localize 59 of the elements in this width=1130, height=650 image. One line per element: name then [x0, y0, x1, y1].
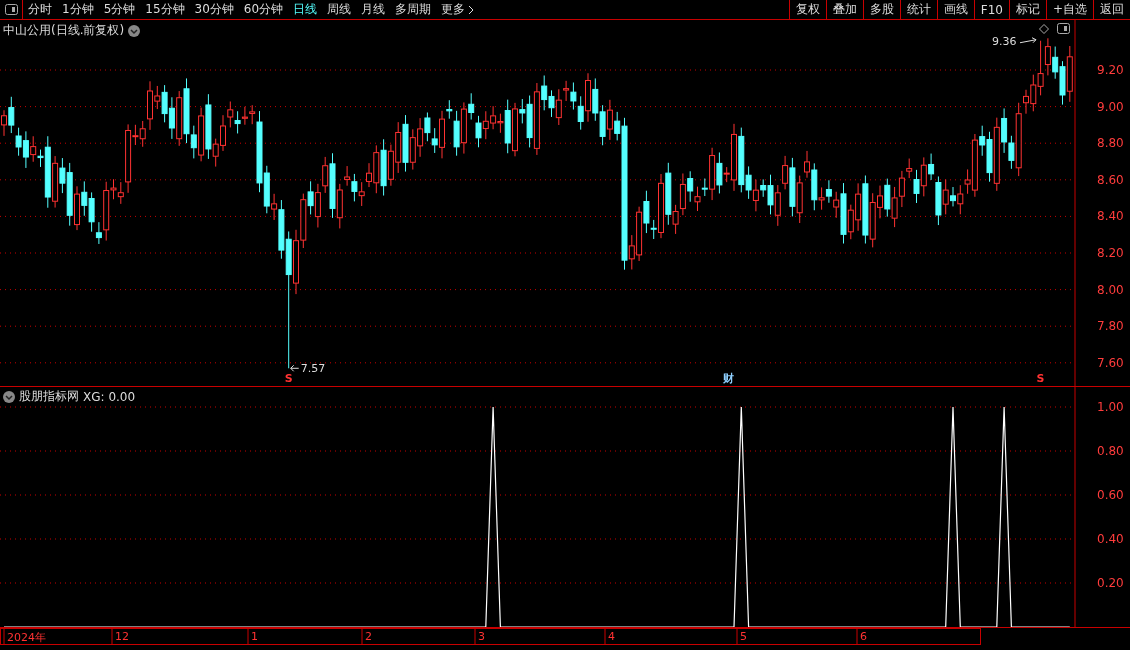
- toolbar-button[interactable]: 多股: [862, 0, 900, 19]
- diamond-icon[interactable]: [1039, 23, 1049, 34]
- price-axis-label: 8.60: [1097, 172, 1124, 187]
- time-axis-label: 4: [608, 630, 615, 643]
- price-axis-label: 7.80: [1097, 319, 1124, 334]
- price-axis-label: 9.20: [1097, 63, 1124, 77]
- price-axis-label: 8.20: [1097, 246, 1124, 260]
- layout-icon[interactable]: [4, 4, 18, 15]
- period-tab[interactable]: 60分钟: [238, 0, 289, 19]
- period-tab[interactable]: 5分钟: [98, 0, 141, 19]
- indicator-reading: : 0.00: [100, 389, 136, 404]
- arrow-icon: [1019, 37, 1037, 44]
- indicator-axis-label: 1.00: [1097, 400, 1124, 414]
- panel-toggle-icon[interactable]: [1057, 23, 1070, 34]
- period-tab[interactable]: 1分钟: [57, 0, 99, 19]
- indicator-title: 股朋指标网: [19, 388, 79, 405]
- signal-marker: S: [284, 372, 293, 385]
- period-tab[interactable]: 周线: [322, 0, 357, 19]
- price-axis-label: 8.00: [1097, 282, 1124, 297]
- arrow-icon: [290, 364, 300, 372]
- price-axis-label: 9.00: [1097, 99, 1124, 114]
- time-axis-label: 12: [115, 630, 129, 643]
- toolbar-button[interactable]: 叠加: [825, 0, 863, 19]
- toolbar-button[interactable]: 复权: [788, 0, 826, 19]
- period-tab[interactable]: 分时: [23, 0, 57, 19]
- time-axis-label: 2024年: [7, 630, 46, 645]
- indicator-axis-label: 0.20: [1097, 576, 1124, 590]
- stock-title: 中山公用(日线.前复权): [3, 22, 125, 39]
- period-tab[interactable]: 15分钟: [140, 0, 190, 19]
- toolbar-button[interactable]: +自选: [1045, 0, 1093, 19]
- indicator-axis-label: 0.80: [1097, 444, 1124, 458]
- dropdown-icon[interactable]: [3, 390, 15, 403]
- time-axis-label: 6: [860, 630, 867, 643]
- price-axis-label: 8.80: [1097, 136, 1124, 151]
- series-name: XG: [83, 389, 101, 404]
- time-axis-label: 5: [740, 630, 747, 643]
- indicator-axis-label: 0.40: [1097, 532, 1124, 546]
- finance-marker: 财: [722, 372, 734, 385]
- time-axis-label: 1: [251, 630, 258, 643]
- price-axis-label: 7.60: [1097, 355, 1124, 370]
- signal-marker: S: [1036, 372, 1045, 385]
- period-tab[interactable]: 多周期: [390, 0, 437, 19]
- toolbar-button[interactable]: 标记: [1008, 0, 1046, 19]
- dropdown-icon[interactable]: [128, 24, 141, 37]
- low-price-label: 7.57: [300, 362, 326, 376]
- toolbar-button[interactable]: 画线: [936, 0, 974, 19]
- toolbar-button[interactable]: F10: [973, 0, 1009, 19]
- high-price-label: 9.36: [992, 34, 1017, 48]
- chevron-right-icon: [468, 4, 475, 15]
- period-tab[interactable]: 30分钟: [189, 0, 239, 19]
- period-tab[interactable]: 更多: [436, 0, 480, 19]
- toolbar-button[interactable]: 返回: [1093, 0, 1130, 19]
- period-tab[interactable]: 月线: [356, 0, 391, 19]
- time-axis-label: 2: [365, 630, 372, 643]
- indicator-axis-label: 0.60: [1097, 488, 1124, 502]
- period-tab[interactable]: 日线: [288, 0, 323, 19]
- price-axis-label: 8.40: [1097, 209, 1124, 224]
- toolbar-button[interactable]: 统计: [899, 0, 937, 19]
- time-axis-label: 3: [478, 630, 485, 643]
